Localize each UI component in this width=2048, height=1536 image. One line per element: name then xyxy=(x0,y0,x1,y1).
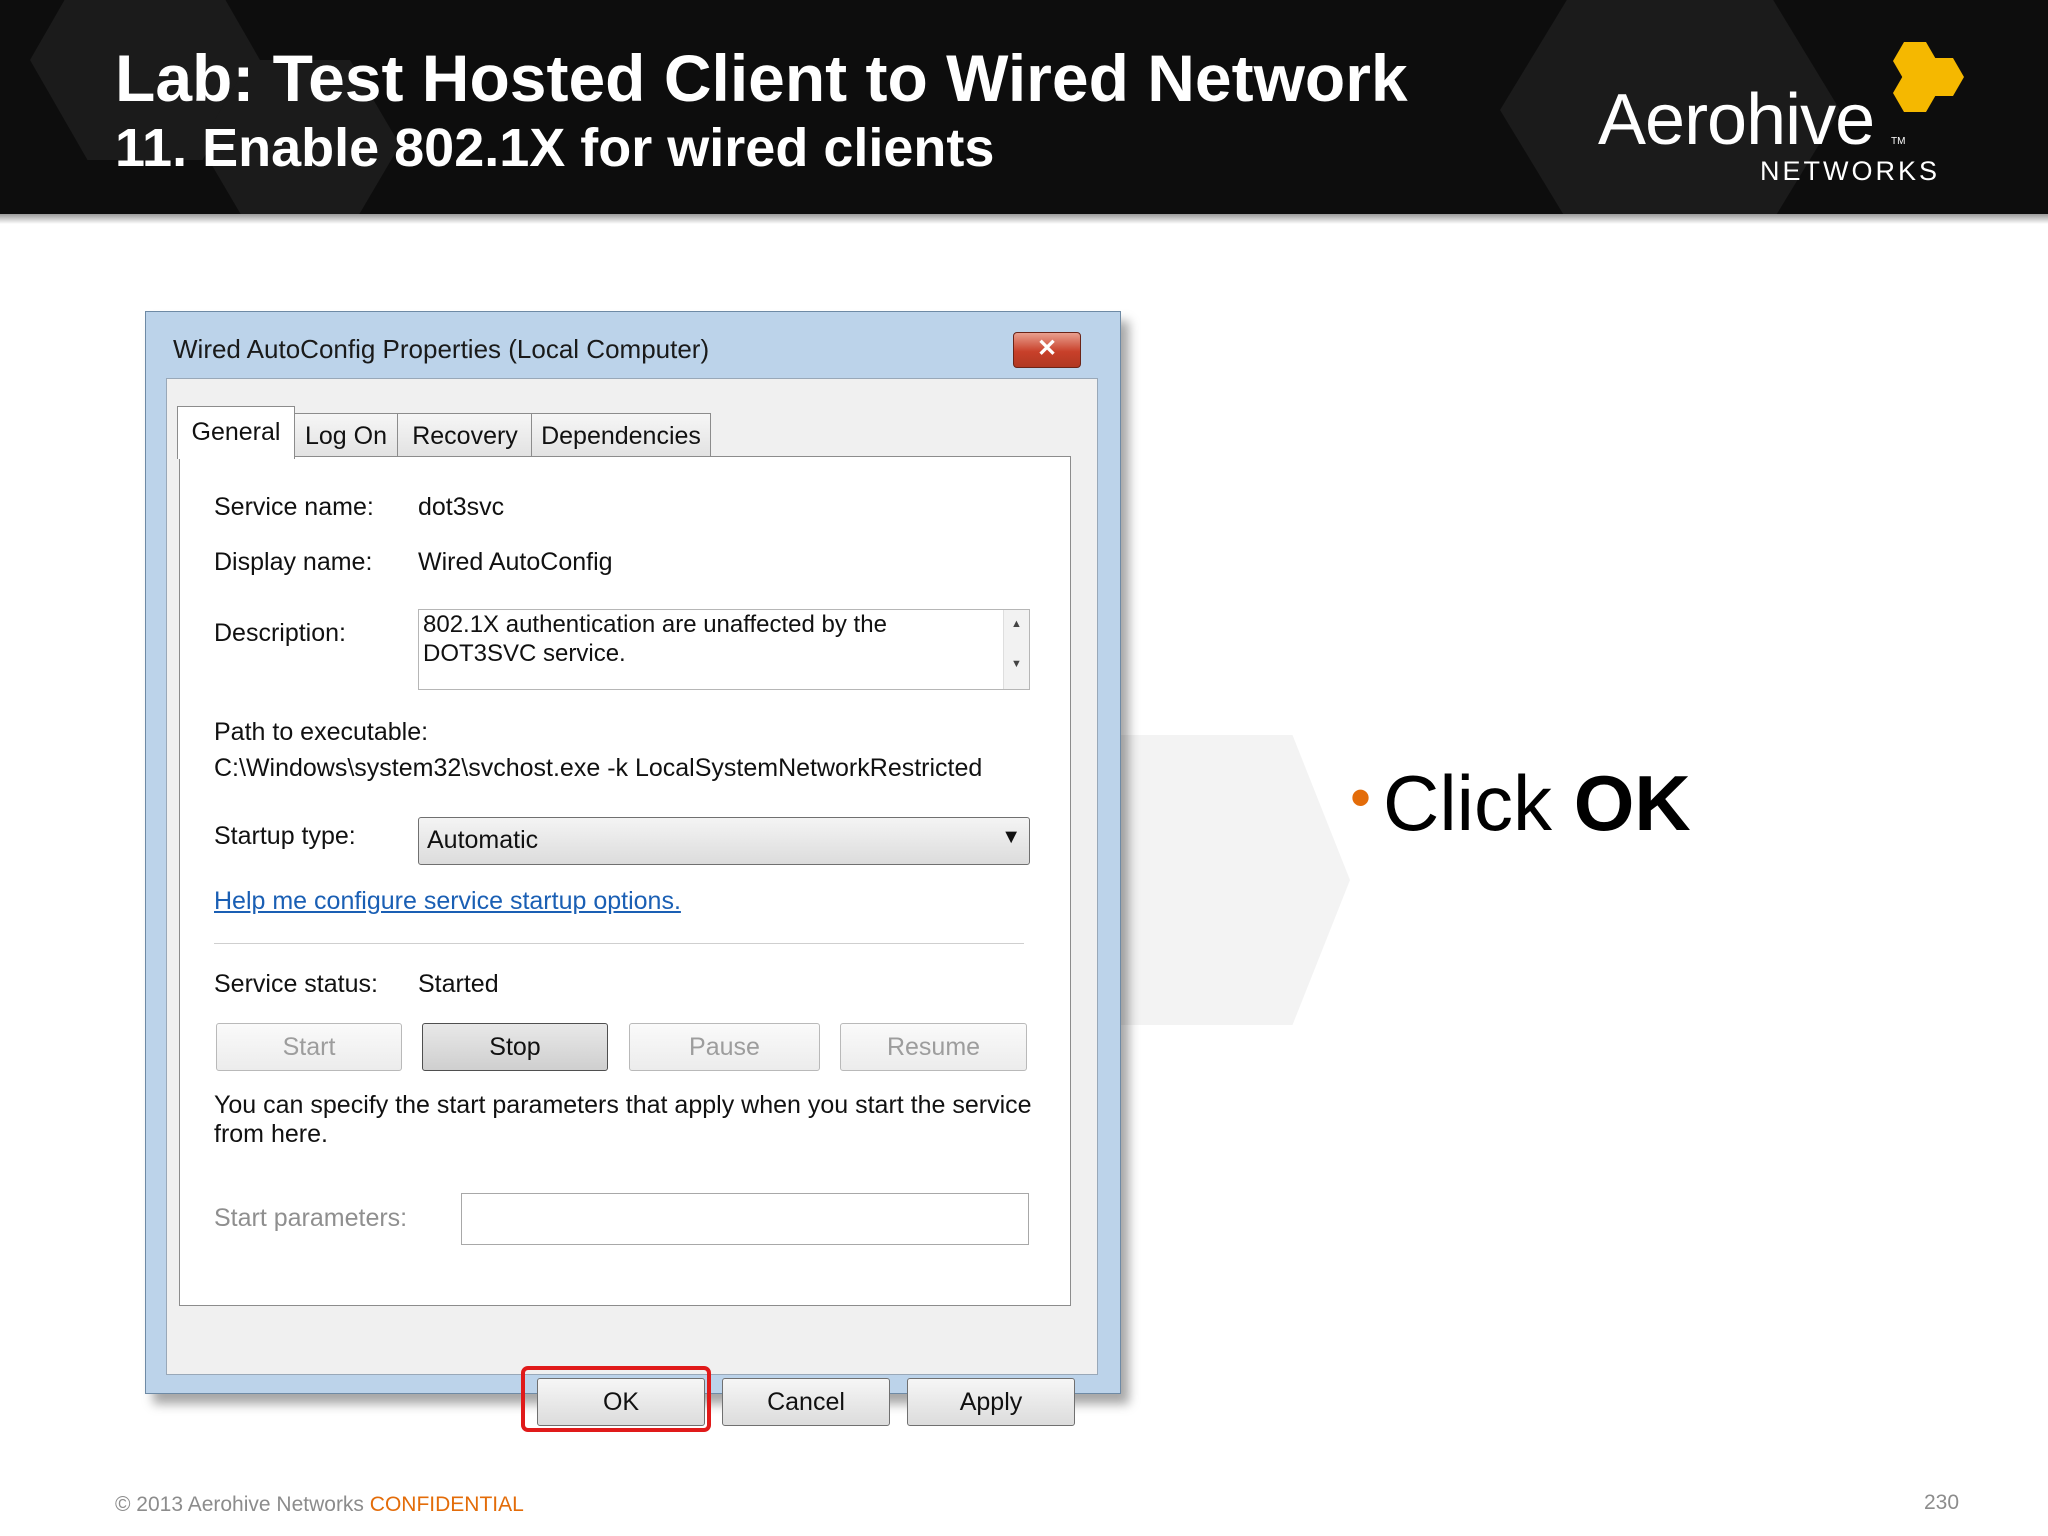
startup-type-label: Startup type: xyxy=(214,822,356,850)
cancel-button[interactable]: Cancel xyxy=(722,1378,890,1426)
path-label: Path to executable: xyxy=(214,718,429,746)
ok-highlight-box xyxy=(521,1366,711,1432)
bullet-text: Click xyxy=(1383,759,1574,847)
slide-header: Lab: Test Hosted Client to Wired Network… xyxy=(0,0,2048,214)
bullet-icon: • xyxy=(1350,764,1372,831)
dialog-body: General Log On Recovery Dependencies Ser… xyxy=(166,378,1098,1432)
stop-button[interactable]: Stop xyxy=(422,1023,608,1071)
close-icon[interactable]: ✕ xyxy=(1013,332,1081,368)
tab-recovery[interactable]: Recovery xyxy=(397,413,533,457)
display-name-value: Wired AutoConfig xyxy=(418,548,613,576)
general-tab-panel: Service name: dot3svc Display name: Wire… xyxy=(179,456,1071,1306)
background-arrow-decoration xyxy=(1120,735,1350,1025)
path-value: C:\Windows\system32\svchost.exe -k Local… xyxy=(214,754,983,782)
divider xyxy=(214,943,1024,944)
dialog-title: Wired AutoConfig Properties (Local Compu… xyxy=(173,334,710,364)
service-status-label: Service status: xyxy=(214,970,378,998)
tab-general[interactable]: General xyxy=(177,406,295,459)
start-params-note: You can specify the start parameters tha… xyxy=(214,1091,1032,1148)
page-number: 230 xyxy=(1924,1491,1960,1514)
bullet-bold-text: OK xyxy=(1573,759,1691,847)
scroll-down-icon[interactable]: ▼ xyxy=(1004,658,1029,670)
slide-title: Lab: Test Hosted Client to Wired Network xyxy=(115,41,1408,115)
copyright-text: © 2013 Aerohive Networks xyxy=(115,1493,370,1516)
instruction-bullet: • Click OK xyxy=(1350,758,1691,849)
properties-dialog: Wired AutoConfig Properties (Local Compu… xyxy=(145,311,1121,1432)
startup-type-select[interactable]: Automatic ▼ xyxy=(418,817,1030,865)
logo-subtitle: NETWORKS xyxy=(1760,156,1941,186)
resume-button[interactable]: Resume xyxy=(840,1023,1027,1071)
tab-dependencies[interactable]: Dependencies xyxy=(531,413,711,457)
service-status-value: Started xyxy=(418,970,499,998)
logo-wordmark: Aerohive xyxy=(1598,80,1875,160)
description-field[interactable]: 802.1X authentication are unaffected by … xyxy=(418,609,1030,690)
logo-trademark: TM xyxy=(1891,136,1906,147)
service-name-value: dot3svc xyxy=(418,493,505,521)
header-shadow xyxy=(0,214,2048,224)
description-text: 802.1X authentication are unaffected by … xyxy=(423,611,887,667)
tab-log-on[interactable]: Log On xyxy=(293,413,399,457)
pause-button[interactable]: Pause xyxy=(629,1023,820,1071)
footer-copyright: © 2013 Aerohive Networks CONFIDENTIAL xyxy=(115,1493,524,1517)
display-name-label: Display name: xyxy=(214,548,373,576)
start-button[interactable]: Start xyxy=(216,1023,402,1071)
help-startup-options-link[interactable]: Help me configure service startup option… xyxy=(214,887,681,916)
startup-type-value: Automatic xyxy=(427,826,539,854)
start-params-input[interactable] xyxy=(461,1193,1029,1245)
description-scrollbar[interactable]: ▲ ▼ xyxy=(1003,610,1029,689)
slide-subtitle: 11. Enable 802.1X for wired clients xyxy=(115,118,995,178)
scroll-up-icon[interactable]: ▲ xyxy=(1004,618,1029,630)
service-name-label: Service name: xyxy=(214,493,374,521)
apply-button[interactable]: Apply xyxy=(907,1378,1075,1426)
start-params-label: Start parameters: xyxy=(214,1204,408,1232)
description-label: Description: xyxy=(214,619,346,647)
confidential-text: CONFIDENTIAL xyxy=(369,1493,524,1516)
chevron-down-icon[interactable]: ▼ xyxy=(1001,826,1021,849)
